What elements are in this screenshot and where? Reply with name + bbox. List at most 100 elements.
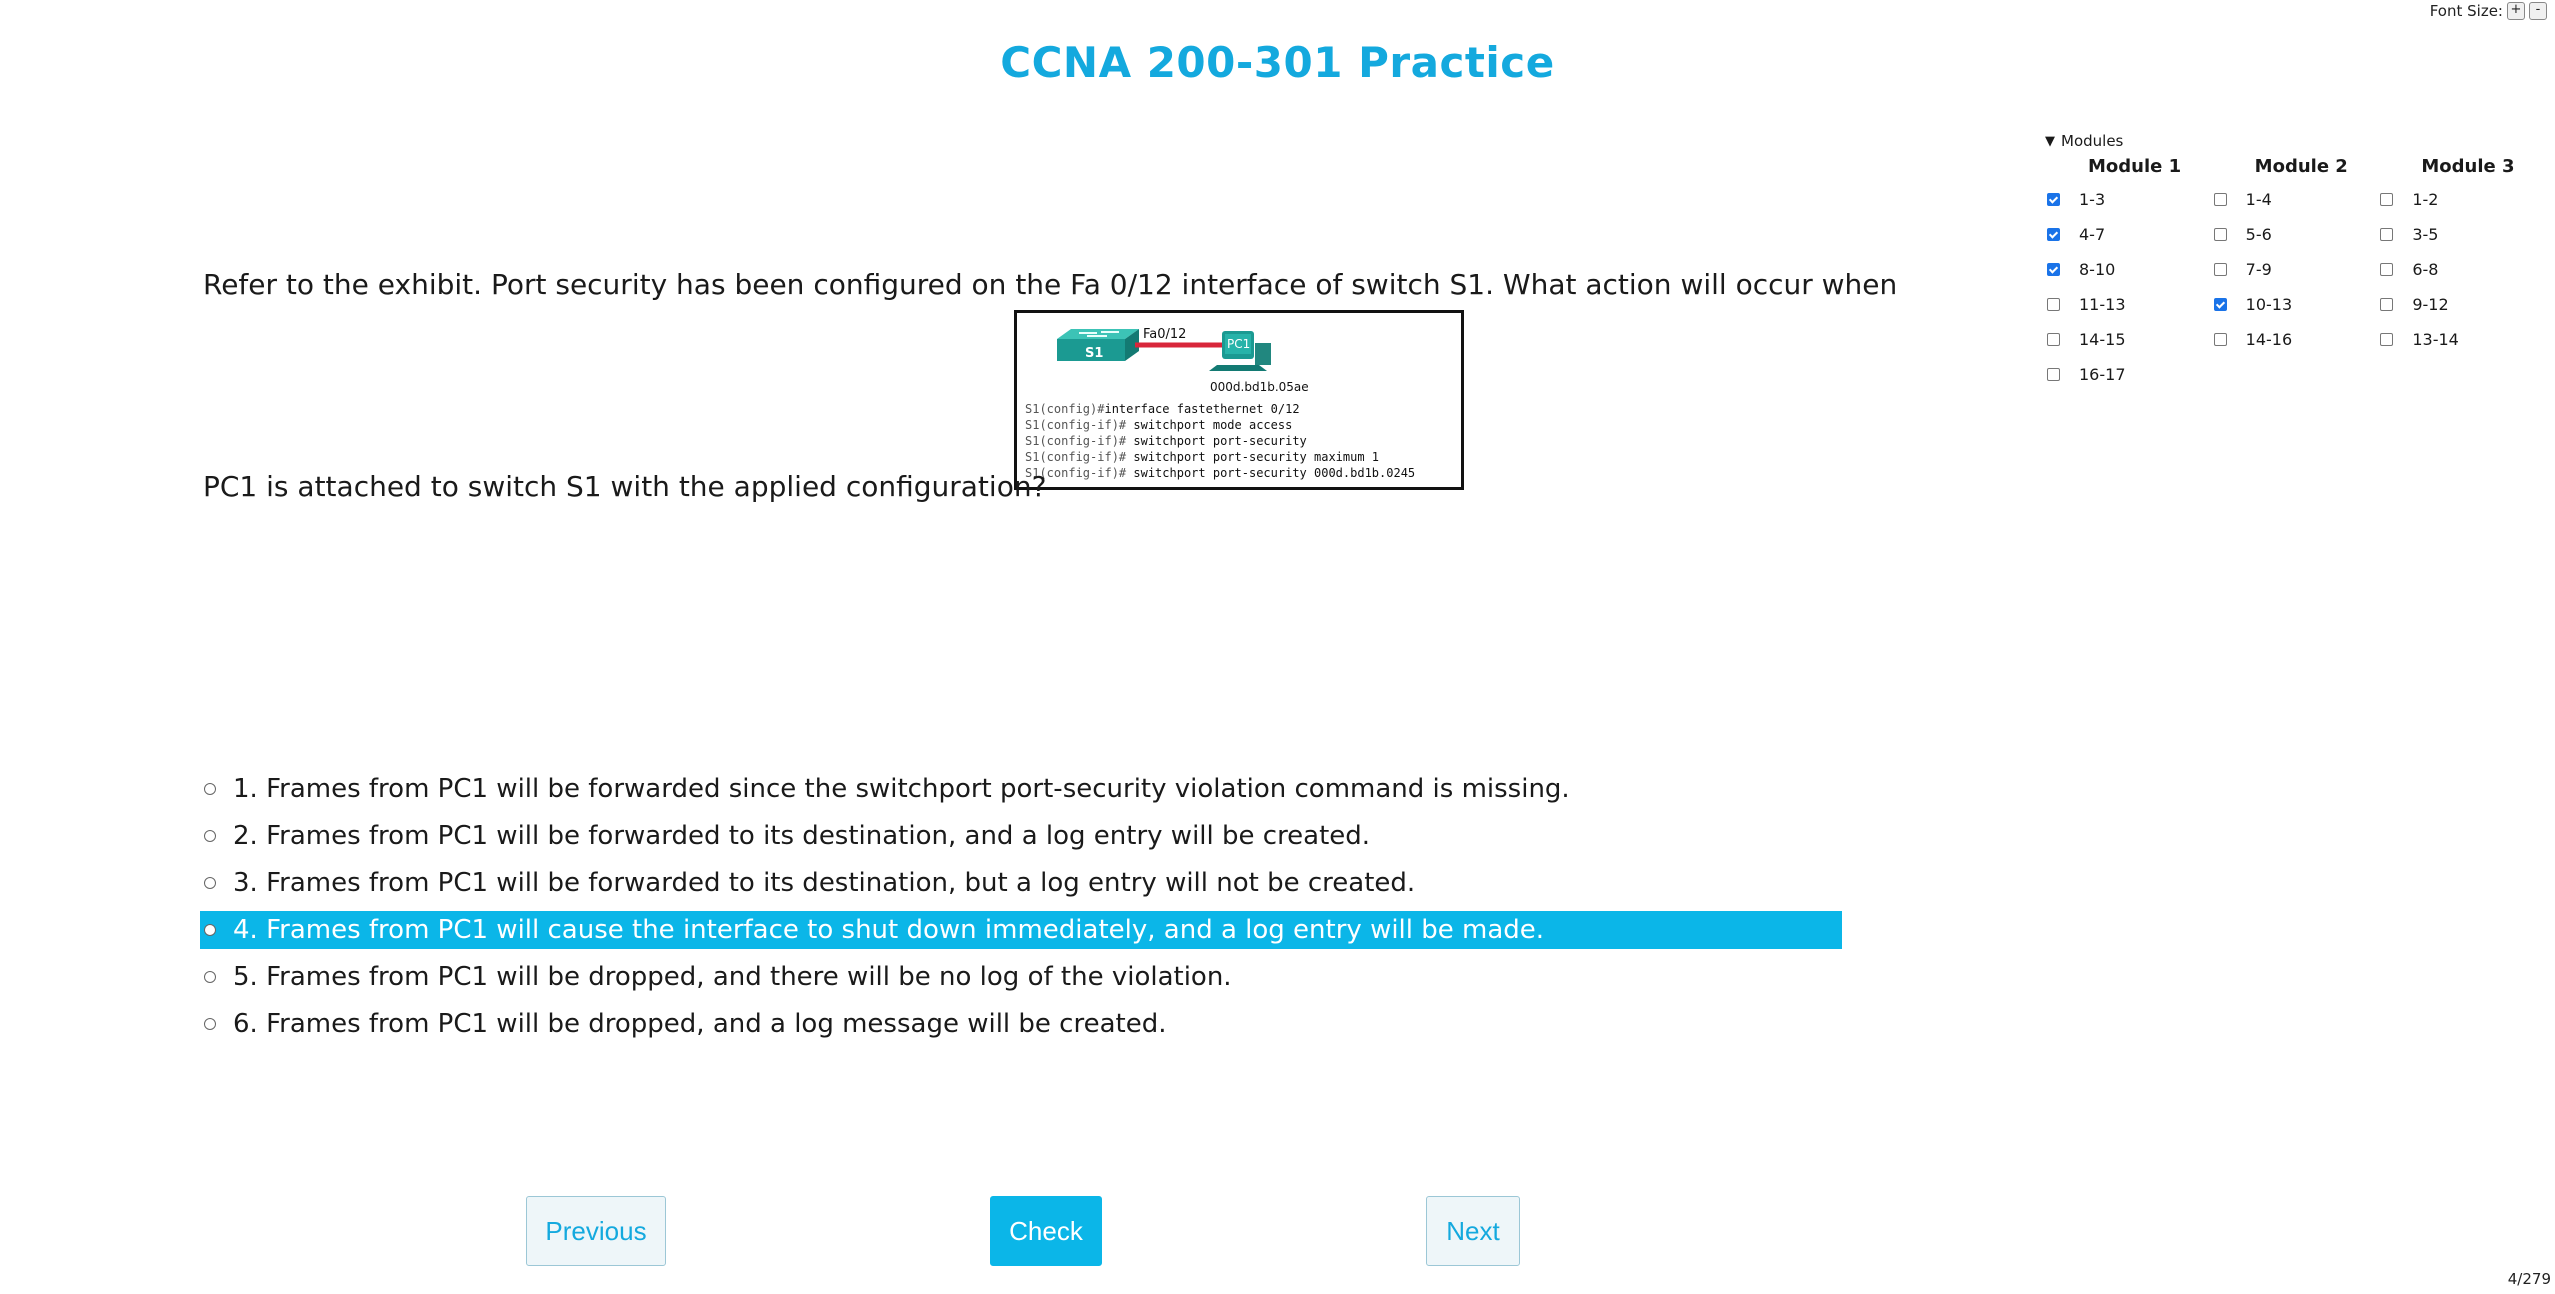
answer-radio[interactable] xyxy=(204,971,216,983)
page-counter: 4/279 xyxy=(2507,1270,2551,1288)
module-chapter-item[interactable]: 14-15 xyxy=(2045,322,2212,357)
module-checkbox[interactable] xyxy=(2047,368,2060,381)
module-chapter-label: 10-13 xyxy=(2245,295,2293,314)
module-checkbox[interactable] xyxy=(2380,228,2394,241)
cli-command: switchport mode access xyxy=(1126,418,1293,432)
cli-prompt: S1(config-if)# xyxy=(1025,450,1127,464)
module-chapter-item[interactable]: 8-10 xyxy=(2045,252,2212,287)
exhibit-image: S1 Fa0/12 PC1 000d.bd1b.05ae S1(config)#… xyxy=(1014,310,1464,490)
cli-line: S1(config-if)# switchport port-security … xyxy=(1025,465,1415,481)
triangle-down-icon: ▼ xyxy=(2045,133,2055,149)
modules-toggle[interactable]: ▼ Modules xyxy=(2045,130,2545,152)
answer-option[interactable]: 5. Frames from PC1 will be dropped, and … xyxy=(200,958,1842,996)
modules-panel: ▼ Modules Module 1 1-3 4-7 8-10 11-13 14-15 16… xyxy=(2045,130,2545,392)
module-heading: Module 1 xyxy=(2088,156,2182,177)
module-chapter-item[interactable]: 1-2 xyxy=(2378,182,2545,217)
answer-radio[interactable] xyxy=(204,783,216,795)
question-text-line-2: PC1 is attached to switch S1 with the ap… xyxy=(203,470,1047,503)
modules-summary-label: Modules xyxy=(2061,132,2124,150)
answer-radio[interactable] xyxy=(204,924,216,936)
module-chapter-label: 9-12 xyxy=(2412,295,2449,314)
font-size-label: Font Size: xyxy=(2429,2,2503,20)
module-chapter-label: 3-5 xyxy=(2412,225,2439,244)
module-checkbox[interactable] xyxy=(2213,263,2227,276)
answer-radio[interactable] xyxy=(204,830,216,842)
font-size-increase-button[interactable]: + xyxy=(2507,2,2525,20)
check-button[interactable]: Check xyxy=(990,1196,1102,1266)
module-checkbox[interactable] xyxy=(2047,263,2060,276)
answer-option[interactable]: 4. Frames from PC1 will cause the interf… xyxy=(200,911,1842,949)
module-checkbox[interactable] xyxy=(2380,193,2394,206)
module-checkbox[interactable] xyxy=(2047,298,2060,311)
module-columns: Module 1 1-3 4-7 8-10 11-13 14-15 16-17 Module … xyxy=(2045,152,2545,392)
module-checkbox[interactable] xyxy=(2213,298,2227,311)
answer-radio[interactable] xyxy=(204,877,216,889)
answer-option[interactable]: 2. Frames from PC1 will be forwarded to … xyxy=(200,817,1842,855)
module-checkbox[interactable] xyxy=(2380,333,2394,346)
module-chapter-item[interactable]: 6-8 xyxy=(2378,252,2545,287)
module-checkbox[interactable] xyxy=(2047,333,2060,346)
answer-text: 4. Frames from PC1 will cause the interf… xyxy=(233,915,1545,945)
module-chapter-label: 6-8 xyxy=(2412,260,2439,279)
module-chapter-item[interactable]: 1-3 xyxy=(2045,182,2212,217)
answer-options: 1. Frames from PC1 will be forwarded sin… xyxy=(200,770,1842,1052)
module-chapter-item[interactable]: 16-17 xyxy=(2045,357,2212,392)
answer-option[interactable]: 6. Frames from PC1 will be dropped, and … xyxy=(200,1005,1842,1043)
module-chapter-label: 1-2 xyxy=(2412,190,2439,209)
cli-line: S1(config-if)# switchport port-security xyxy=(1025,433,1415,449)
module-chapter-label: 11-13 xyxy=(2079,295,2126,314)
font-size-control: Font Size: + - xyxy=(2430,2,2547,20)
module-chapter-item[interactable]: 1-4 xyxy=(2212,182,2379,217)
module-chapter-label: 16-17 xyxy=(2079,365,2126,384)
answer-option[interactable]: 1. Frames from PC1 will be forwarded sin… xyxy=(200,770,1842,808)
module-checkbox[interactable] xyxy=(2213,228,2227,241)
answer-text: 6. Frames from PC1 will be dropped, and … xyxy=(233,1009,1167,1039)
module-chapter-item[interactable]: 10-13 xyxy=(2212,287,2379,322)
module-checkbox[interactable] xyxy=(2380,298,2394,311)
module-chapter-item[interactable]: 13-14 xyxy=(2378,322,2545,357)
module-chapter-label: 7-9 xyxy=(2245,260,2272,279)
cli-line: S1(config)#interface fastethernet 0/12 xyxy=(1025,401,1415,417)
module-chapter-item[interactable]: 3-5 xyxy=(2378,217,2545,252)
module-column: Module 1 1-3 4-7 8-10 11-13 14-15 16-17 xyxy=(2045,152,2212,392)
module-chapter-item[interactable]: 11-13 xyxy=(2045,287,2212,322)
question-text-line-1: Refer to the exhibit. Port security has … xyxy=(203,268,1898,301)
port-label: Fa0/12 xyxy=(1143,327,1186,342)
module-chapter-item[interactable]: 14-16 xyxy=(2212,322,2379,357)
page-title: CCNA 200-301 Practice xyxy=(1000,38,1555,87)
mac-address-label: 000d.bd1b.05ae xyxy=(1210,380,1309,394)
module-chapter-label: 14-15 xyxy=(2079,330,2126,349)
cli-command: switchport port-security maximum 1 xyxy=(1126,450,1380,464)
module-chapter-label: 1-4 xyxy=(2245,190,2272,209)
cli-prompt: S1(config-if)# xyxy=(1025,418,1127,432)
cli-line: S1(config-if)# switchport port-security … xyxy=(1025,449,1415,465)
cli-command: switchport port-security 000d.bd1b.0245 xyxy=(1126,466,1416,480)
answer-radio[interactable] xyxy=(204,1018,216,1030)
module-chapter-item[interactable]: 7-9 xyxy=(2212,252,2379,287)
pc-label: PC1 xyxy=(1227,337,1250,351)
module-chapter-item[interactable]: 9-12 xyxy=(2378,287,2545,322)
previous-button[interactable]: Previous xyxy=(526,1196,666,1266)
module-checkbox[interactable] xyxy=(2047,193,2060,206)
module-checkbox[interactable] xyxy=(2213,333,2227,346)
font-size-decrease-button[interactable]: - xyxy=(2529,2,2547,20)
module-column: Module 2 1-4 5-6 7-9 10-13 14-16 xyxy=(2212,152,2379,392)
module-checkbox[interactable] xyxy=(2047,228,2060,241)
answer-text: 3. Frames from PC1 will be forwarded to … xyxy=(233,868,1416,898)
module-heading: Module 2 xyxy=(2254,156,2348,177)
answer-option[interactable]: 3. Frames from PC1 will be forwarded to … xyxy=(200,864,1842,902)
cli-config: S1(config)#interface fastethernet 0/12 S1… xyxy=(1025,401,1415,481)
module-chapter-item[interactable]: 4-7 xyxy=(2045,217,2212,252)
switch-label: S1 xyxy=(1085,346,1103,361)
module-chapter-item[interactable]: 5-6 xyxy=(2212,217,2379,252)
next-button[interactable]: Next xyxy=(1426,1196,1520,1266)
answer-text: 2. Frames from PC1 will be forwarded to … xyxy=(233,821,1371,851)
module-checkbox[interactable] xyxy=(2380,263,2394,276)
module-chapter-label: 1-3 xyxy=(2079,190,2106,209)
module-checkbox[interactable] xyxy=(2213,193,2227,206)
cli-prompt: S1(config)# xyxy=(1025,402,1105,416)
cli-command: interface fastethernet 0/12 xyxy=(1104,402,1300,416)
cli-line: S1(config-if)# switchport mode access xyxy=(1025,417,1415,433)
module-chapter-label: 4-7 xyxy=(2079,225,2106,244)
module-chapter-label: 13-14 xyxy=(2412,330,2459,349)
